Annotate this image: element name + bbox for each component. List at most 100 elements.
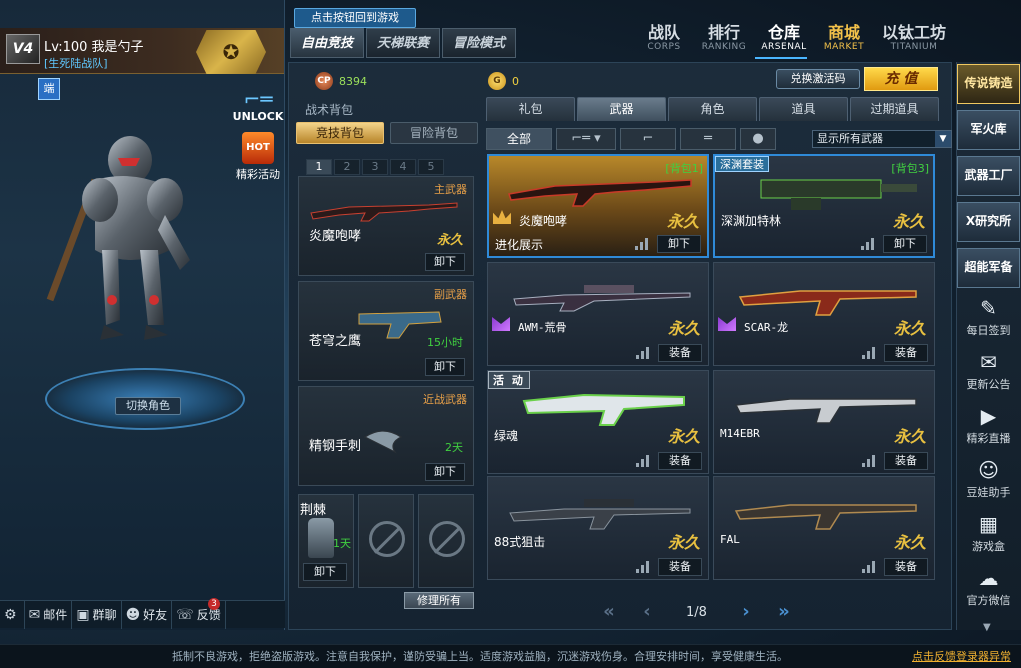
tab-gift-pack[interactable]: 礼包 (486, 97, 575, 121)
mail-button[interactable]: ✉ 邮件 (25, 600, 73, 629)
cp-currency: CP 8394 (315, 72, 367, 90)
repair-all-button[interactable]: 修理所有 (404, 592, 474, 609)
back-to-game-tip[interactable]: 点击按钮回到游戏 (294, 8, 416, 28)
nav-ranking[interactable]: 排行 RANKING (694, 22, 754, 58)
tab-competitive-backpack[interactable]: 竞技背包 (296, 122, 384, 144)
live-stream-button[interactable]: ▶ 精彩直播 (957, 402, 1020, 456)
backpack-page-1[interactable]: 1 (306, 159, 332, 175)
weapon-card-awm[interactable]: AWM-荒骨 永久 装备 (487, 262, 709, 366)
backpack-page-5[interactable]: 5 (418, 159, 444, 175)
filter-pistol-icon[interactable]: ⌐ (620, 128, 676, 150)
switch-role-button[interactable]: 切换角色 (115, 397, 181, 415)
doudou-assistant-button[interactable]: ☺ 豆娃助手 (957, 456, 1020, 510)
unequip-button[interactable]: 卸下 (657, 235, 701, 253)
settings-button[interactable]: ⚙ (0, 600, 25, 629)
equip-button[interactable]: 装备 (658, 344, 702, 362)
equip-button[interactable]: 装备 (884, 344, 928, 362)
next-page-icon[interactable]: › (733, 602, 759, 622)
weapon-name: SCAR-龙 (744, 321, 789, 334)
client-end-icon[interactable]: 端 (38, 78, 60, 100)
vip-badge-icon: V4 (6, 34, 40, 64)
super-armament-button[interactable]: 超能军备 (957, 248, 1020, 288)
first-page-icon[interactable]: « (596, 602, 622, 622)
equip-button[interactable]: 装备 (658, 452, 702, 470)
weapon-permanent: 永久 (892, 212, 925, 231)
secondary-weapon-slot[interactable]: 副武器 苍穹之鹰 15小时 卸下 (298, 281, 474, 381)
backpack-page-2[interactable]: 2 (334, 159, 360, 175)
cp-coin-icon: CP (315, 72, 333, 90)
nav-arsenal-sub: ARSENAL (761, 42, 807, 52)
durability-bars-icon (635, 238, 649, 250)
tab-adventure-backpack[interactable]: 冒险背包 (390, 122, 478, 144)
nav-arsenal[interactable]: 仓库 ARSENAL (754, 22, 814, 58)
top-navigation: 战队 CORPS 排行 RANKING 仓库 ARSENAL 商城 MARKET 以钛工… (634, 22, 954, 58)
tab-ladder-league[interactable]: 天梯联赛 (366, 28, 441, 58)
launcher-feedback-link[interactable]: 点击反馈登录器异常 (912, 648, 1011, 664)
melee-weapon-slot[interactable]: 近战武器 精钢手刺 2天 卸下 (298, 386, 474, 486)
backpack-page-3[interactable]: 3 (362, 159, 388, 175)
unequip-button[interactable]: 卸下 (425, 253, 465, 271)
weapon-filter: 全部 ⌐═ ▾ ⌐ ═ ● (486, 128, 780, 150)
unequip-button[interactable]: 卸下 (883, 235, 927, 253)
equip-button[interactable]: 装备 (884, 452, 928, 470)
group-chat-icon: ▣ (76, 606, 90, 623)
weapon-card-scar-dragon[interactable]: SCAR-龙 永久 装备 (713, 262, 935, 366)
weapon-card-green-soul[interactable]: 活 动 绿魂 永久 装备 (487, 370, 709, 474)
x-institute-button[interactable]: X研究所 (957, 202, 1020, 242)
tab-weapons[interactable]: 武器 (577, 97, 666, 121)
hot-event-promo[interactable]: HOT 精彩活动 (232, 132, 284, 182)
group-chat-button[interactable]: ▣ 群聊 (72, 600, 122, 629)
update-notice-button[interactable]: ✉ 更新公告 (957, 348, 1020, 402)
game-box-button[interactable]: ▦ 游戏盒 (957, 510, 1020, 564)
clan-emblem-icon[interactable]: ✪ (196, 30, 266, 74)
filter-grenade-icon[interactable]: ● (740, 128, 776, 150)
equip-button[interactable]: 装备 (884, 558, 928, 576)
weapon-card-m14ebr[interactable]: M14EBR 永久 装备 (713, 370, 935, 474)
armory-button[interactable]: 军火库 (957, 110, 1020, 150)
nav-corps[interactable]: 战队 CORPS (634, 22, 694, 58)
unequip-button[interactable]: 卸下 (425, 358, 465, 376)
empty-slot[interactable] (358, 494, 414, 588)
weapon-card-fal[interactable]: FAL 永久 装备 (713, 476, 935, 580)
tab-adventure-mode[interactable]: 冒险模式 (442, 28, 517, 58)
tab-expired-items[interactable]: 过期道具 (850, 97, 939, 121)
tab-characters[interactable]: 角色 (668, 97, 757, 121)
weapon-card-type88-sniper[interactable]: 88式狙击 永久 装备 (487, 476, 709, 580)
durability-bars-icon (861, 238, 875, 250)
nav-market[interactable]: 商城 MARKET (814, 22, 874, 58)
show-weapons-select[interactable]: 显示所有武器 ▼ (812, 130, 952, 148)
legend-forge-button[interactable]: 传说铸造 (957, 64, 1020, 104)
last-page-icon[interactable]: » (771, 602, 797, 622)
weapon-image (734, 504, 917, 530)
unlock-promo[interactable]: ⌐═ UNLOCK (232, 89, 284, 130)
weapon-card-abyss-gatling[interactable]: 深渊套装 [背包3] 深渊加特林 永久 卸下 (713, 154, 935, 258)
sidebar-scroll-down-icon[interactable]: ▼ (983, 622, 991, 633)
filter-knife-icon[interactable]: ═ (680, 128, 736, 150)
prev-page-icon[interactable]: ‹ (634, 602, 660, 622)
weapon-name: M14EBR (720, 427, 760, 440)
crown-icon (493, 210, 511, 224)
friends-button[interactable]: ☻ 好友 (122, 600, 173, 629)
unequip-button[interactable]: 卸下 (425, 463, 465, 481)
backpack-title: 战术背包 (305, 103, 354, 117)
tab-free-combat[interactable]: 自由竞技 (290, 28, 365, 58)
redeem-code-button[interactable]: 兑换激活码 (776, 69, 860, 89)
weapon-factory-button[interactable]: 武器工厂 (957, 156, 1020, 196)
equip-button[interactable]: 装备 (658, 558, 702, 576)
throwable-unequip-button[interactable]: 卸下 (303, 563, 347, 581)
friends-icon: ☻ (125, 606, 141, 623)
official-wechat-button[interactable]: ☁ 官方微信 (957, 564, 1020, 618)
filter-all[interactable]: 全部 (486, 128, 552, 150)
primary-weapon-slot[interactable]: 主武器 炎魔咆哮 永久 卸下 (298, 176, 474, 276)
evolution-showcase-link[interactable]: 进化展示 (495, 236, 543, 253)
weapon-card-flame-roar[interactable]: [背包1] 炎魔咆哮 永久 进化展示 卸下 (487, 154, 709, 258)
update-notice-label: 更新公告 (966, 378, 1011, 391)
empty-slot[interactable] (418, 494, 474, 588)
recharge-button[interactable]: 充 值 (864, 67, 938, 91)
filter-rifle-icon[interactable]: ⌐═ ▾ (556, 128, 616, 150)
daily-signin-button[interactable]: ✎ 每日签到 (957, 294, 1020, 348)
player-guild[interactable]: [生死陆战队] (44, 55, 108, 71)
tab-items[interactable]: 道具 (759, 97, 848, 121)
backpack-page-4[interactable]: 4 (390, 159, 416, 175)
nav-titanium[interactable]: 以钛工坊 TITANIUM (874, 22, 954, 58)
